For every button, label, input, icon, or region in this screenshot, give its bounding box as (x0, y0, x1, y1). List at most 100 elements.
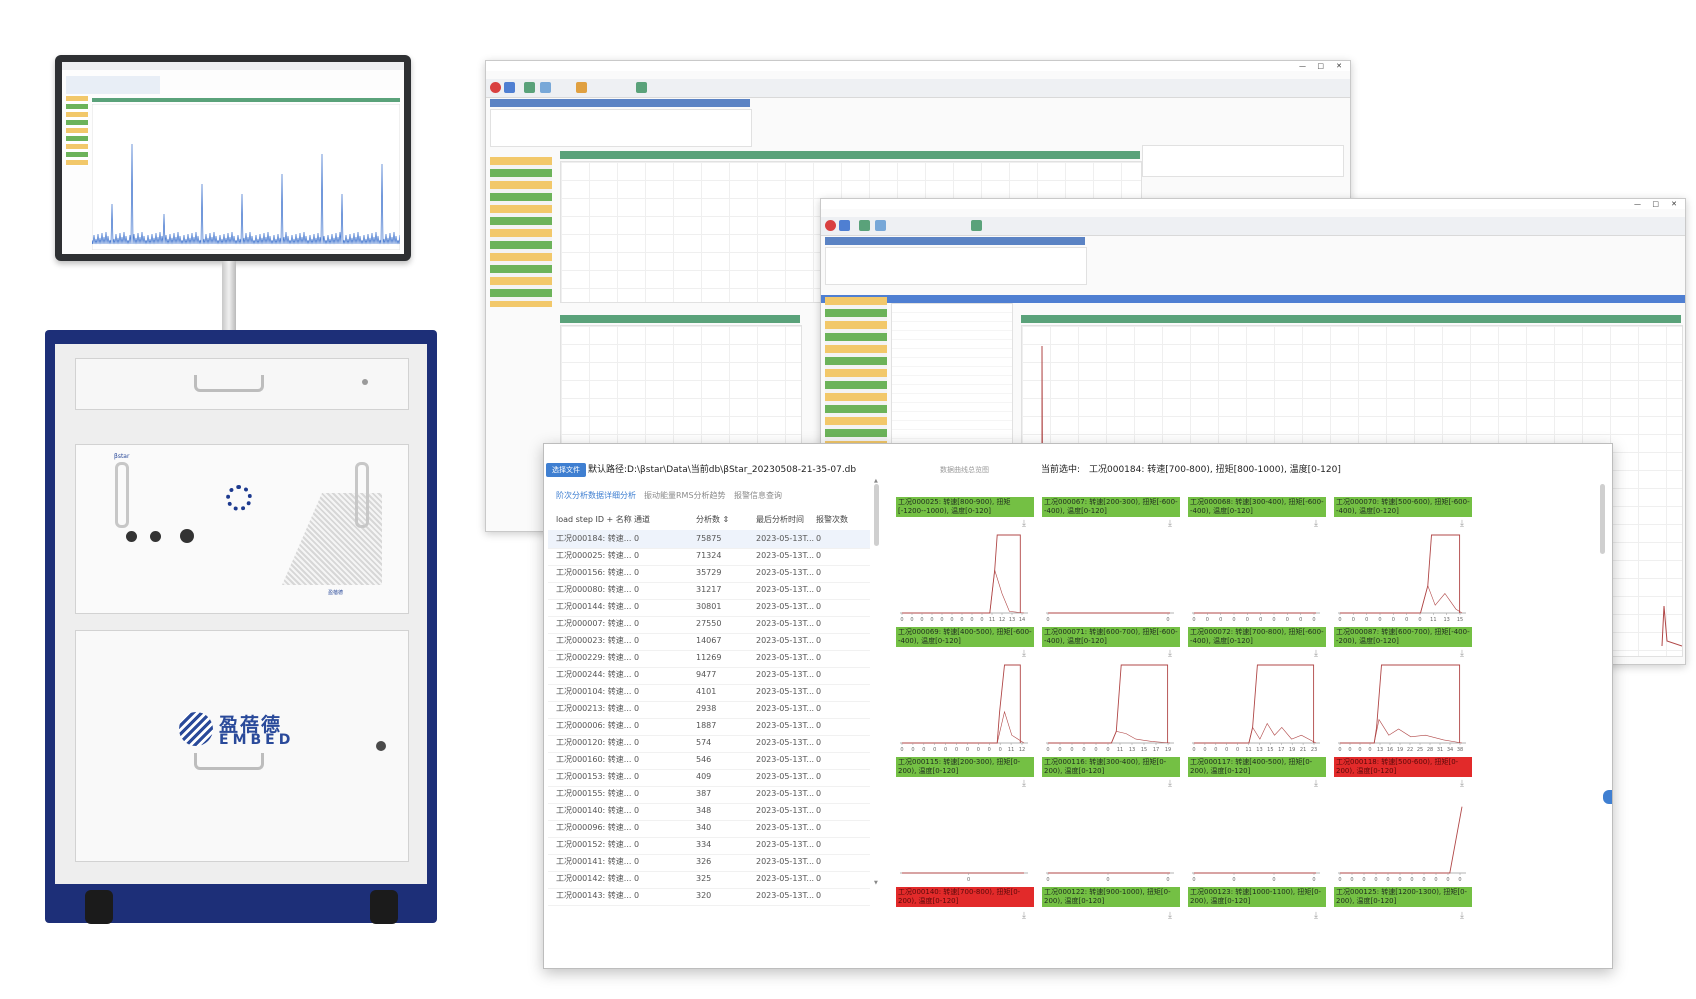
cell-id: 工况000080: 转速... (556, 585, 632, 594)
x-tick-label: 0 (1405, 617, 1408, 623)
chart-icon[interactable] (576, 82, 587, 93)
chart-card[interactable]: 工况000025: 转速[800-900), 扭矩[-1200--1000), … (896, 497, 1034, 623)
side-handle-right[interactable] (355, 462, 369, 528)
cell-channel: 0 (634, 619, 640, 628)
chart-card[interactable]: 工况000116: 转速[300-400), 扭矩[0-200), 温度[0-1… (1042, 757, 1180, 883)
tab-order-analysis[interactable]: 阶次分析数据详细分析 (556, 489, 636, 503)
column-header-count[interactable]: 分析数 ⇕ (696, 512, 729, 528)
download-icon[interactable]: ⤓ (1460, 779, 1464, 789)
chart-card-plot: 0 0 0 0 0 0 0 0 0 0 0 (1338, 806, 1466, 883)
maximize-icon[interactable]: □ (1652, 199, 1659, 209)
power-knob[interactable] (126, 531, 137, 542)
filter-icon[interactable] (875, 220, 886, 231)
chart-card[interactable]: 工况000123: 转速[1000-1100), 扭矩[0-200), 温度[0… (1188, 887, 1326, 968)
chart-card[interactable]: 工况000070: 转速[500-600), 扭矩[-600--400), 温度… (1334, 497, 1472, 623)
x-tick-label: 0 (988, 747, 991, 753)
table-scrollbar[interactable] (874, 484, 879, 546)
chart-card-plot: 0 0 0 0 0 0 0 0 0 11 12 13 14 (900, 534, 1028, 623)
x-tick-label: 11 (1430, 617, 1436, 623)
chart-card[interactable]: 工况000067: 转速[200-300), 扭矩[-600--400), 温度… (1042, 497, 1180, 623)
download-icon[interactable]: ⤓ (1022, 779, 1026, 789)
maximize-icon[interactable]: □ (1317, 61, 1324, 71)
door-handle[interactable] (194, 753, 264, 770)
grid-icon[interactable] (524, 82, 535, 93)
cell-count: 11269 (696, 653, 722, 662)
cell-id: 工况000141: 转速... (556, 857, 632, 866)
download-icon[interactable]: ⤓ (1168, 519, 1172, 529)
cell-alarms: 0 (816, 772, 822, 781)
cabinet-frame: βstar 盈蓓德 (55, 344, 427, 884)
x-tick-label: 14 (1019, 617, 1025, 623)
chart-card[interactable]: 工况000071: 转速[600-700), 扭矩[-600--400), 温度… (1042, 627, 1180, 753)
door-lock[interactable] (376, 741, 386, 751)
download-icon[interactable]: ⤓ (1022, 519, 1026, 529)
download-icon[interactable]: ⤓ (1168, 911, 1172, 921)
cell-id: 工况000104: 转速... (556, 687, 632, 696)
column-header-id[interactable]: load step ID + 名称 (556, 512, 632, 528)
chart-card-title: 工况000116: 转速[300-400), 扭矩[0-200), 温度[0-1… (1042, 757, 1180, 777)
toolbar (486, 79, 1350, 98)
play-icon[interactable] (504, 82, 515, 93)
download-icon[interactable]: ⤓ (1168, 649, 1172, 659)
download-icon[interactable]: ⤓ (1460, 649, 1464, 659)
column-header-channel[interactable]: 通道 (634, 512, 650, 528)
cell-alarms: 0 (816, 891, 822, 900)
download-icon[interactable]: ⤓ (1314, 519, 1318, 529)
run-knob[interactable] (150, 531, 161, 542)
x-tick-label: 15 (1141, 747, 1147, 753)
chart-card[interactable]: 工况000069: 转速[400-500), 扭矩[-600--400), 温度… (896, 627, 1034, 753)
side-handle-left[interactable] (115, 462, 129, 528)
download-icon[interactable]: ⤓ (1022, 911, 1026, 921)
cell-alarms: 0 (816, 653, 822, 662)
main-switch-knob[interactable] (180, 529, 194, 543)
stop-icon[interactable] (490, 82, 501, 93)
download-icon[interactable]: ⤓ (1022, 649, 1026, 659)
minimize-icon[interactable]: — (1634, 199, 1641, 209)
filter-icon[interactable] (540, 82, 551, 93)
side-nav-handle[interactable] (1603, 790, 1612, 804)
chart-card[interactable]: 工况000117: 转速[400-500), 扭矩[0-200), 温度[0-1… (1188, 757, 1326, 883)
download-icon[interactable]: ⤓ (1314, 779, 1318, 789)
download-icon[interactable]: ⤓ (1168, 779, 1172, 789)
cell-count: 27550 (696, 619, 722, 628)
grid-icon[interactable] (859, 220, 870, 231)
stop-icon[interactable] (825, 220, 836, 231)
column-header-time[interactable]: 最后分析时间 (756, 512, 804, 528)
x-tick-label: 0 (1312, 877, 1315, 883)
download-icon[interactable]: ⤓ (1460, 911, 1464, 921)
select-file-button[interactable]: 选择文件 (546, 463, 586, 477)
cell-time: 2023-05-13T... (756, 534, 815, 543)
cell-count: 9477 (696, 670, 717, 679)
close-icon[interactable]: ✕ (1671, 199, 1677, 209)
download-icon[interactable]: ⤓ (1314, 911, 1318, 921)
rack-handle[interactable] (194, 375, 264, 392)
tab-rms-trend[interactable]: 振动能量RMS分析趋势 (644, 489, 726, 503)
mini-spectrum (92, 104, 400, 250)
minimize-icon[interactable]: — (1299, 61, 1306, 71)
tab-alarm-query[interactable]: 报警信息查询 (734, 489, 782, 503)
column-header-alarms[interactable]: 报警次数 (816, 512, 848, 528)
edit-icon[interactable] (971, 220, 982, 231)
chart-card[interactable]: 工况000118: 转速[500-600), 扭矩[0-200), 温度[0-1… (1334, 757, 1472, 883)
close-icon[interactable]: ✕ (1336, 61, 1342, 71)
play-icon[interactable] (839, 220, 850, 231)
chart-card[interactable]: 工况000115: 转速[200-300), 扭矩[0-200), 温度[0-1… (896, 757, 1034, 883)
chart-card[interactable]: 工况000140: 转速[700-800), 扭矩[0-200), 温度[0-1… (896, 887, 1034, 968)
chart-card-title: 工况000071: 转速[600-700), 扭矩[-600--400), 温度… (1042, 627, 1180, 647)
chart-card[interactable]: 工况000125: 转速[1200-1300), 扭矩[0-200), 温度[0… (1334, 887, 1472, 968)
x-tick-label: 11 (1008, 747, 1014, 753)
grid-scrollbar[interactable] (1600, 484, 1605, 554)
chart-card[interactable]: 工况000068: 转速[300-400), 扭矩[-600--400), 温度… (1188, 497, 1326, 623)
download-icon[interactable]: ⤓ (1460, 519, 1464, 529)
cell-channel: 0 (634, 789, 640, 798)
x-tick-label: 0 (933, 747, 936, 753)
chart-card[interactable]: 工况000122: 转速[900-1000), 扭矩[0-200), 温度[0-… (1042, 887, 1180, 968)
table-row[interactable]: 工况000143: 转速... 0 320 2023-05-13T... 0 (548, 887, 870, 906)
scroll-down-icon[interactable]: ▼ (874, 880, 878, 886)
x-tick-label: 0 (1398, 877, 1401, 883)
edit-icon[interactable] (636, 82, 647, 93)
chart-card[interactable]: 工况000072: 转速[700-800), 扭矩[-600--400), 温度… (1188, 627, 1326, 753)
chart-card[interactable]: 工况000087: 转速[600-700), 扭矩[-400--200), 温度… (1334, 627, 1472, 753)
x-tick-label: 13 (1443, 617, 1449, 623)
download-icon[interactable]: ⤓ (1314, 649, 1318, 659)
